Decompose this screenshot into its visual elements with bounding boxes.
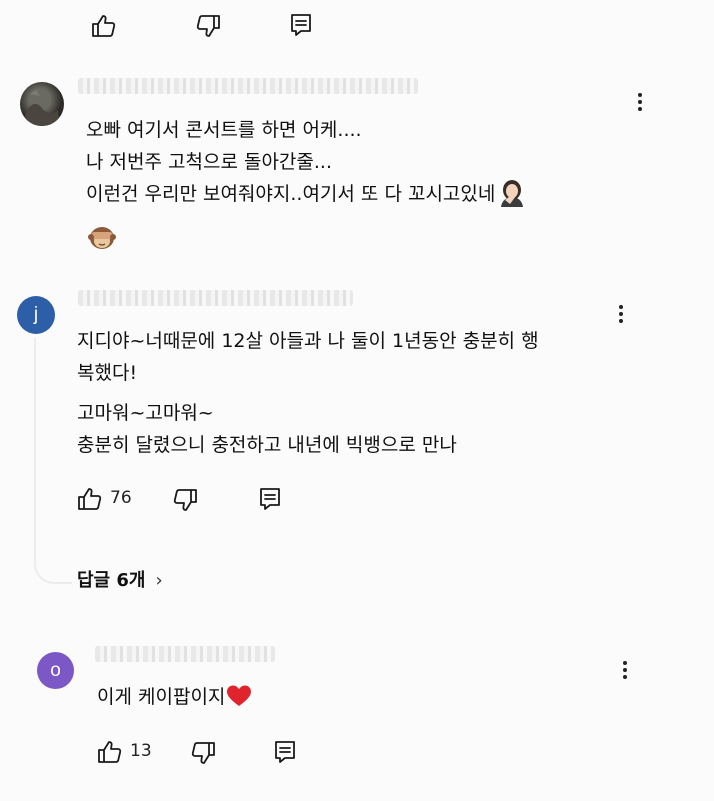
author-name[interactable] bbox=[78, 290, 353, 306]
replies-label: 답글 6개 bbox=[77, 570, 146, 591]
comment-line: 복했다! bbox=[77, 362, 138, 384]
avatar-letter: j bbox=[33, 304, 39, 325]
red-heart-emoji bbox=[226, 684, 252, 708]
avatar[interactable]: o bbox=[37, 652, 74, 689]
more-options-icon[interactable] bbox=[621, 661, 629, 682]
like-count: 76 bbox=[110, 488, 132, 508]
dislike-icon[interactable] bbox=[189, 739, 217, 767]
dislike-icon[interactable] bbox=[194, 12, 222, 40]
dislike-icon[interactable] bbox=[171, 486, 199, 514]
comment-line: 지디야~너때문에 12살 아들과 나 둘이 1년동안 충분히 행 bbox=[77, 330, 539, 352]
like-icon[interactable] bbox=[96, 738, 124, 766]
more-options-icon[interactable] bbox=[636, 93, 644, 114]
like-count: 13 bbox=[130, 741, 152, 761]
comment-line: 충분히 달렸으니 충전하고 내년에 빅뱅으로 만나 bbox=[77, 434, 457, 456]
woman-facepalming-emoji bbox=[497, 179, 527, 207]
comment-line: 오빠 여기서 콘서트를 하면 어케.... bbox=[86, 119, 362, 141]
avatar[interactable]: j bbox=[17, 296, 55, 334]
more-options-icon[interactable] bbox=[617, 305, 625, 326]
comment-line: 이런건 우리만 보여줘야지..여기서 또 다 꼬시고있네 bbox=[86, 178, 527, 210]
comment-line: 나 저번주 고척으로 돌아간줄... bbox=[86, 151, 332, 173]
reply-icon[interactable] bbox=[271, 738, 299, 766]
author-name[interactable] bbox=[78, 78, 418, 94]
see-no-evil-monkey-emoji bbox=[88, 224, 116, 250]
comment-line: 고마워~고마워~ bbox=[77, 402, 214, 424]
like-icon[interactable] bbox=[76, 485, 104, 513]
comment-text: 지디야~너때문에 12살 아들과 나 둘이 1년동안 충분히 행 복했다! 고마… bbox=[77, 325, 539, 461]
reply-icon[interactable] bbox=[287, 11, 315, 39]
chevron-right-icon: › bbox=[155, 570, 163, 591]
comment-text: 이게 케이팝이지 bbox=[97, 681, 252, 713]
avatar[interactable] bbox=[20, 82, 64, 126]
avatar-letter: o bbox=[50, 659, 61, 681]
reply-icon[interactable] bbox=[256, 485, 284, 513]
comment-text: 오빠 여기서 콘서트를 하면 어케.... 나 저번주 고척으로 돌아간줄...… bbox=[86, 114, 527, 210]
comment-line: 이게 케이팝이지 bbox=[97, 681, 252, 713]
thread-connector bbox=[34, 338, 72, 584]
view-replies-button[interactable]: 답글 6개 › bbox=[77, 566, 163, 592]
author-name[interactable] bbox=[95, 646, 275, 662]
like-icon[interactable] bbox=[90, 12, 118, 40]
